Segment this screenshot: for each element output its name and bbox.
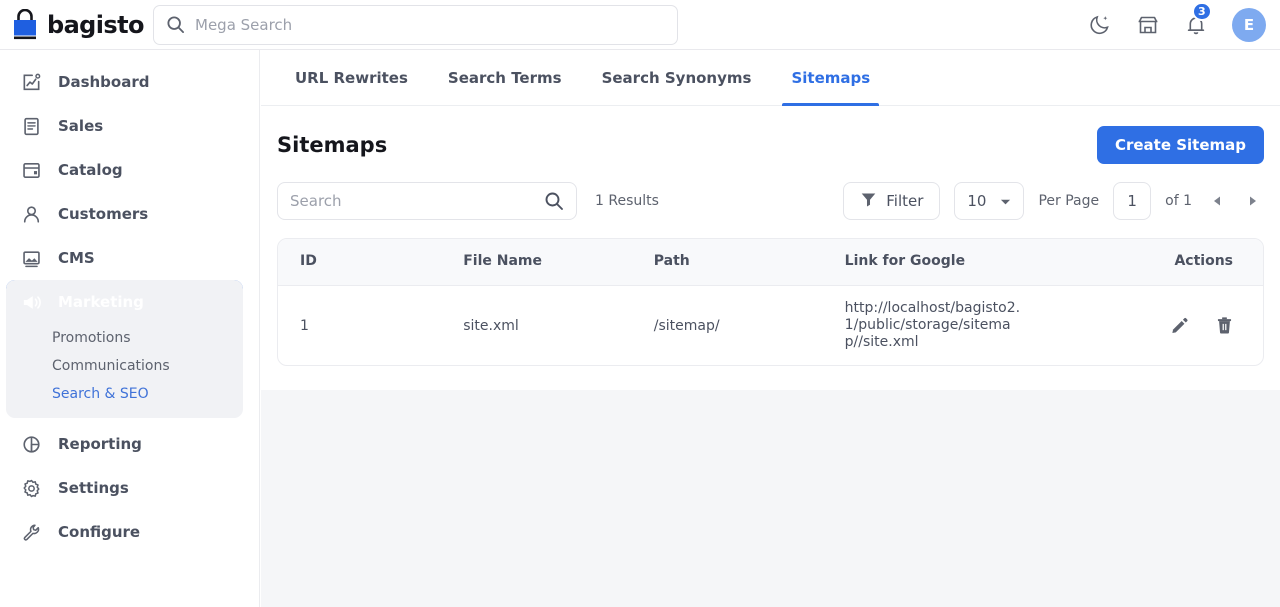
header-actions: 3 E <box>1088 0 1266 50</box>
table-header-row: ID File Name Path Link for Google Action… <box>278 239 1263 286</box>
page-title: Sitemaps <box>277 133 387 157</box>
cell-link-for-google: http://localhost/bagisto2.1/public/stora… <box>845 286 1165 366</box>
mega-search-input[interactable] <box>185 16 677 34</box>
sidebar-item-sales[interactable]: Sales <box>6 104 243 148</box>
sidebar-subitem-search-and-seo[interactable]: Search & SEO <box>6 380 243 408</box>
table-head: ID File Name Path Link for Google Action… <box>278 239 1263 286</box>
sidebar-item-label: CMS <box>58 249 95 267</box>
main-content: URL Rewrites Search Terms Search Synonym… <box>261 50 1280 607</box>
page-header: Sitemaps Create Sitemap <box>277 106 1264 164</box>
sidebar-subitem-communications[interactable]: Communications <box>6 352 243 380</box>
sitemaps-table-card: ID File Name Path Link for Google Action… <box>277 238 1264 366</box>
per-page-select[interactable]: 10 <box>954 182 1024 220</box>
cell-path: /sitemap/ <box>654 286 845 366</box>
sidebar-item-label: Reporting <box>58 435 142 453</box>
table-body: 1 site.xml /sitemap/ http://localhost/ba… <box>278 286 1263 366</box>
tab-label: Search Terms <box>448 69 562 87</box>
link-text: http://localhost/bagisto2.1/public/stora… <box>845 300 1025 351</box>
sidebar-item-dashboard[interactable]: Dashboard <box>6 60 243 104</box>
sidebar-item-settings[interactable]: Settings <box>6 466 243 510</box>
per-page-label: Per Page <box>1038 193 1099 209</box>
chart-square-icon <box>20 71 42 93</box>
document-lines-icon <box>20 115 42 137</box>
user-icon <box>20 203 42 225</box>
column-header-actions: Actions <box>1165 239 1263 286</box>
sidebar-subitem-label: Promotions <box>52 330 131 346</box>
brand-name: bagisto <box>47 11 144 39</box>
sidebar-item-label: Customers <box>58 205 148 223</box>
per-page-value: 10 <box>967 192 986 210</box>
results-count: 1 Results <box>595 193 659 209</box>
column-header-path[interactable]: Path <box>654 239 845 286</box>
pencil-icon[interactable] <box>1165 312 1193 340</box>
filter-button[interactable]: Filter <box>843 182 940 220</box>
sidebar-item-customers[interactable]: Customers <box>6 192 243 236</box>
total-pages-label: of 1 <box>1165 193 1192 209</box>
sitemaps-table: ID File Name Path Link for Google Action… <box>278 239 1263 365</box>
column-header-id[interactable]: ID <box>278 239 463 286</box>
filter-label: Filter <box>886 192 923 210</box>
funnel-icon <box>860 191 877 212</box>
bell-icon[interactable]: 3 <box>1184 13 1208 37</box>
wrench-icon <box>20 521 42 543</box>
sidebar-subitem-label: Search & SEO <box>52 386 149 402</box>
sidebar-item-label: Marketing <box>58 293 144 311</box>
megaphone-icon <box>20 291 42 313</box>
sidebar-item-catalog[interactable]: Catalog <box>6 148 243 192</box>
image-icon <box>20 247 42 269</box>
tab-label: URL Rewrites <box>295 69 408 87</box>
sidebar-item-label: Dashboard <box>58 73 149 91</box>
gear-icon <box>20 477 42 499</box>
tab-search-terms[interactable]: Search Terms <box>428 50 582 105</box>
tab-sitemaps[interactable]: Sitemaps <box>771 50 890 105</box>
sidebar-item-label: Catalog <box>58 161 123 179</box>
cell-id: 1 <box>278 286 463 366</box>
column-header-link-for-google[interactable]: Link for Google <box>845 239 1165 286</box>
app-header: bagisto <box>0 0 1280 50</box>
sidebar-item-reporting[interactable]: Reporting <box>6 422 243 466</box>
sidebar-item-label: Configure <box>58 523 140 541</box>
caret-left-icon[interactable] <box>1206 186 1228 216</box>
notification-badge: 3 <box>1192 2 1212 21</box>
sitemaps-panel: Sitemaps Create Sitemap 1 Results <box>261 106 1280 390</box>
search-input[interactable] <box>278 192 544 210</box>
search-icon[interactable] <box>544 191 576 211</box>
sidebar-item-cms[interactable]: CMS <box>6 236 243 280</box>
pie-chart-icon <box>20 433 42 455</box>
table-row[interactable]: 1 site.xml /sitemap/ http://localhost/ba… <box>278 286 1263 366</box>
tab-label: Search Synonyms <box>602 69 752 87</box>
tab-search-synonyms[interactable]: Search Synonyms <box>582 50 772 105</box>
sidebar-item-label: Settings <box>58 479 129 497</box>
caret-right-icon[interactable] <box>1242 186 1264 216</box>
sidebar-item-label: Sales <box>58 117 103 135</box>
catalog-window-icon <box>20 159 42 181</box>
moon-star-icon[interactable] <box>1088 13 1112 37</box>
sidebar-item-configure[interactable]: Configure <box>6 510 243 554</box>
search-icon <box>166 15 185 34</box>
storefront-icon[interactable] <box>1136 13 1160 37</box>
sidebar-subitem-promotions[interactable]: Promotions <box>6 324 243 352</box>
create-sitemap-button[interactable]: Create Sitemap <box>1097 126 1264 164</box>
tab-url-rewrites[interactable]: URL Rewrites <box>275 50 428 105</box>
search-box[interactable] <box>277 182 577 220</box>
grid-toolbar: 1 Results Filter 10 Per Pag <box>277 178 1264 224</box>
shopping-bag-icon <box>10 9 40 41</box>
mega-search-box[interactable] <box>153 5 678 45</box>
trash-icon[interactable] <box>1210 312 1238 340</box>
page-number-input[interactable] <box>1113 182 1151 220</box>
cell-actions <box>1165 286 1263 366</box>
sidebar-subitem-label: Communications <box>52 358 170 374</box>
toolbar-right: Filter 10 Per Page of 1 <box>843 182 1264 220</box>
brand-logo[interactable]: bagisto <box>0 0 148 50</box>
chevron-down-icon <box>1000 192 1011 210</box>
tab-bar: URL Rewrites Search Terms Search Synonym… <box>261 50 1280 106</box>
sidebar: Dashboard Sales Catalog <box>0 50 260 607</box>
column-header-file-name[interactable]: File Name <box>463 239 654 286</box>
avatar[interactable]: E <box>1232 8 1266 42</box>
tab-label: Sitemaps <box>791 69 870 87</box>
cell-file-name: site.xml <box>463 286 654 366</box>
